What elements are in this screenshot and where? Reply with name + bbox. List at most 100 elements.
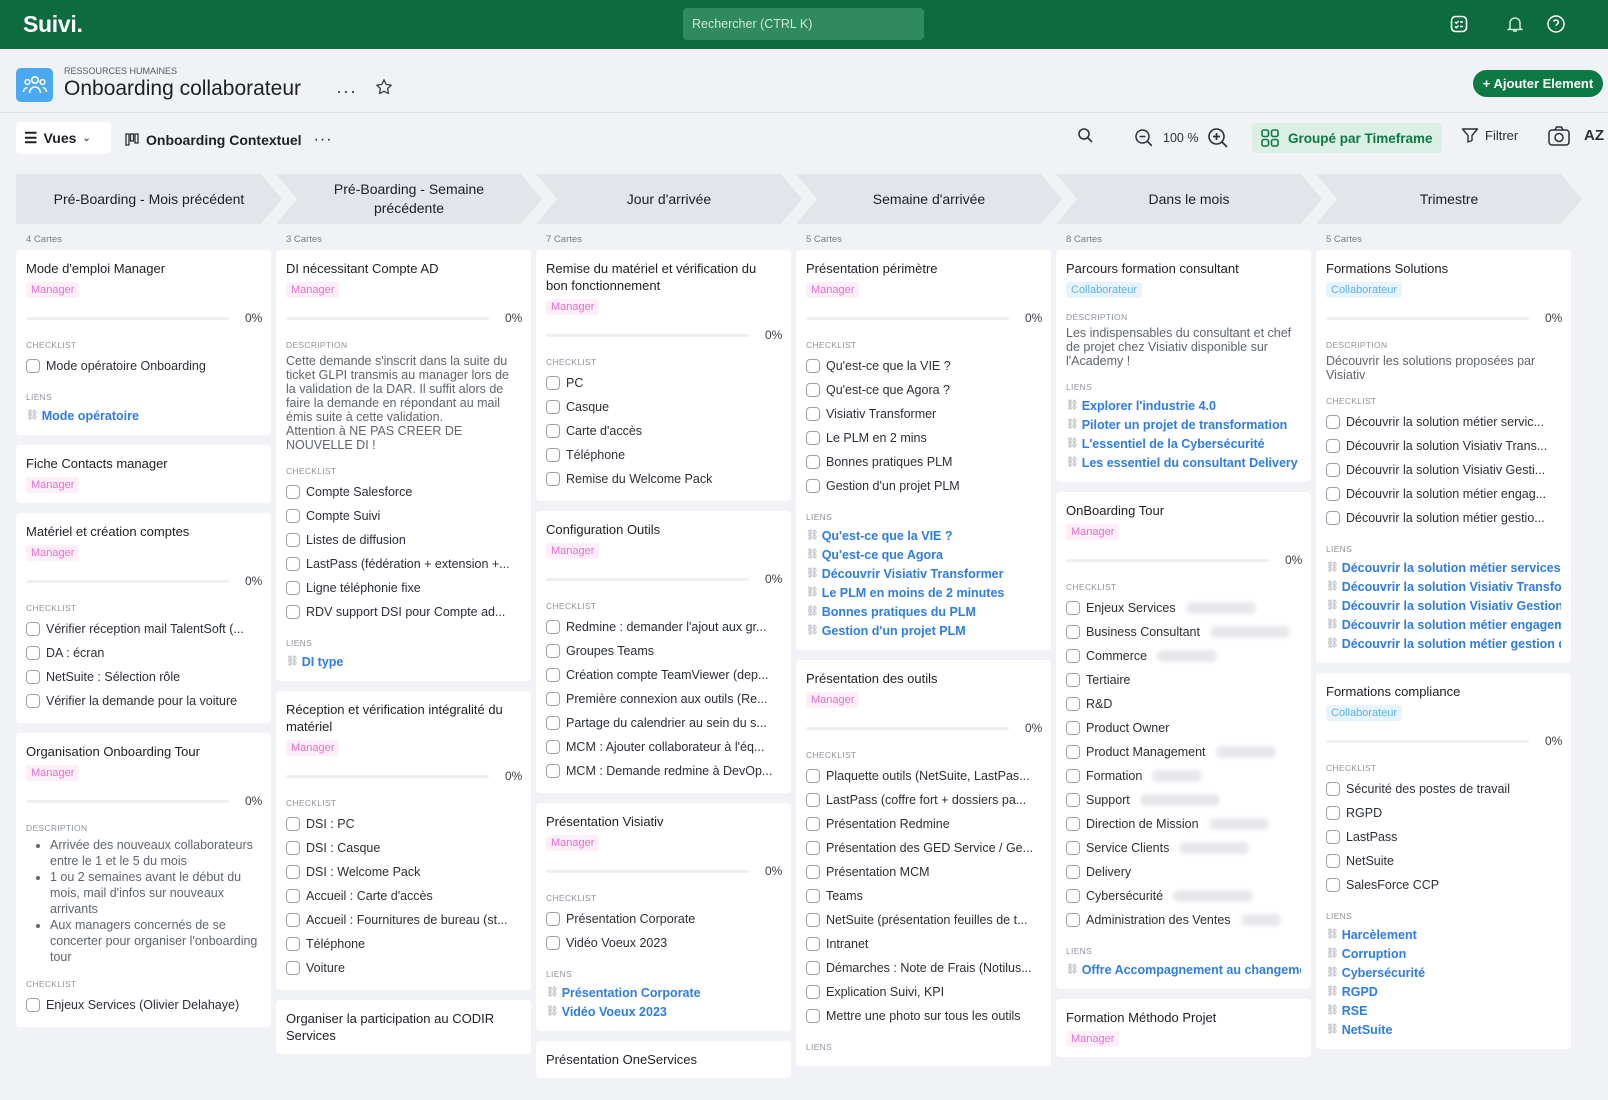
checklist-item[interactable]: Partage du calendrier au sein du s... bbox=[546, 711, 781, 735]
checklist-item[interactable]: Première connexion aux outils (Re... bbox=[546, 687, 781, 711]
checklist-item[interactable]: Voiture bbox=[286, 956, 521, 980]
card[interactable]: Remise du matériel et vérification du bo… bbox=[536, 250, 791, 501]
checkbox[interactable] bbox=[546, 936, 560, 950]
checklist-item[interactable]: NetSuite : Sélection rôle bbox=[26, 665, 261, 689]
checklist-item[interactable]: Accueil : Carte d'accès bbox=[286, 884, 521, 908]
checkbox[interactable] bbox=[286, 937, 300, 951]
column-header[interactable]: Dans le mois bbox=[1056, 174, 1322, 224]
card[interactable]: Réception et vérification intégralité du… bbox=[276, 691, 531, 990]
card-title[interactable]: Fiche Contacts manager bbox=[26, 455, 261, 472]
checkbox[interactable] bbox=[286, 961, 300, 975]
checklist-item[interactable]: Compte Suivi bbox=[286, 504, 521, 528]
checkbox[interactable] bbox=[286, 509, 300, 523]
checkbox[interactable] bbox=[806, 479, 820, 493]
checkbox[interactable] bbox=[1066, 793, 1080, 807]
column-header[interactable]: Trimestre bbox=[1316, 174, 1582, 224]
checkbox[interactable] bbox=[26, 622, 40, 636]
checklist-item[interactable]: SalesForce CCP bbox=[1326, 873, 1561, 897]
zoom-in-icon[interactable] bbox=[1207, 127, 1229, 149]
card-title[interactable]: Présentation périmètre bbox=[806, 260, 1041, 277]
checkbox[interactable] bbox=[286, 913, 300, 927]
card-link[interactable]: ⛓ Explorer l'industrie 4.0 bbox=[1066, 396, 1301, 415]
checkbox[interactable] bbox=[546, 692, 560, 706]
checklist-item[interactable]: Service Clients bbox=[1066, 836, 1301, 860]
checkbox[interactable] bbox=[546, 668, 560, 682]
card[interactable]: Formation Méthodo Projet Manager bbox=[1056, 999, 1311, 1057]
checkbox[interactable] bbox=[286, 605, 300, 619]
checklist-item[interactable]: RDV support DSI pour Compte ad... bbox=[286, 600, 521, 624]
checkbox[interactable] bbox=[546, 644, 560, 658]
checklist-item[interactable]: Listes de diffusion bbox=[286, 528, 521, 552]
card-link[interactable]: ⛓Découvrir la solution Visiativ Transfor… bbox=[1326, 577, 1561, 596]
checklist-item[interactable]: Qu'est-ce que la VIE ? bbox=[806, 354, 1041, 378]
card-title[interactable]: Formation Méthodo Projet bbox=[1066, 1009, 1301, 1026]
card-link[interactable]: ⛓ Les essentiel du consultant Delivery bbox=[1066, 453, 1301, 472]
checklist-item[interactable]: MCM : Ajouter collaborateur à l'éq... bbox=[546, 735, 781, 759]
card[interactable]: Configuration Outils Manager 0% CHECKLIST Re… bbox=[536, 511, 791, 793]
checkbox[interactable] bbox=[546, 740, 560, 754]
checklist-item[interactable]: Visiativ Transformer bbox=[806, 402, 1041, 426]
checklist-item[interactable]: Groupes Teams bbox=[546, 639, 781, 663]
checklist-item[interactable]: Présentation Redmine bbox=[806, 812, 1041, 836]
checkbox[interactable] bbox=[1066, 697, 1080, 711]
card-title[interactable]: Organisation Onboarding Tour bbox=[26, 743, 261, 760]
card-link[interactable]: ⛓ RGPD bbox=[1326, 982, 1561, 1001]
card[interactable]: DI nécessitant Compte AD Manager 0% DESCRIP… bbox=[276, 250, 531, 681]
checklist-item[interactable]: Intranet bbox=[806, 932, 1041, 956]
checklist-item[interactable]: Téléphone bbox=[286, 932, 521, 956]
checkbox[interactable] bbox=[286, 485, 300, 499]
checklist-item[interactable]: Tertiaire bbox=[1066, 668, 1301, 692]
checklist-item[interactable]: Sécurité des postes de travail bbox=[1326, 777, 1561, 801]
card-link[interactable]: ⛓ Piloter un projet de transformation bbox=[1066, 415, 1301, 434]
add-element-button[interactable]: + Ajouter Element bbox=[1473, 70, 1603, 97]
notification-bell-icon[interactable] bbox=[1504, 13, 1526, 35]
card-link[interactable]: ⛓ Découvrir la solution métier gestion du bbox=[1326, 634, 1561, 653]
checklist-item[interactable]: Découvrir la solution métier gestio... bbox=[1326, 506, 1561, 530]
checklist-item[interactable]: LastPass (coffre fort + dossiers pa... bbox=[806, 788, 1041, 812]
card-link[interactable]: ⛓ Corruption bbox=[1326, 944, 1561, 963]
checkbox[interactable] bbox=[806, 985, 820, 999]
card[interactable]: Présentation OneServices bbox=[536, 1041, 791, 1078]
app-logo[interactable]: Suivi. bbox=[23, 11, 83, 38]
checklist-item[interactable]: Présentation Corporate bbox=[546, 907, 781, 931]
card-title[interactable]: Présentation Visiativ bbox=[546, 813, 781, 830]
checklist-item[interactable]: Enjeux Services bbox=[1066, 596, 1301, 620]
checkbox[interactable] bbox=[806, 937, 820, 951]
checkbox[interactable] bbox=[286, 817, 300, 831]
card-title[interactable]: Configuration Outils bbox=[546, 521, 781, 538]
card[interactable]: Formations compliance Collaborateur 0% CHEC… bbox=[1316, 673, 1571, 1049]
card[interactable]: Formations Solutions Collaborateur 0% DESCR… bbox=[1316, 250, 1571, 663]
card-link[interactable]: ⛓ Cybersécurité bbox=[1326, 963, 1561, 982]
card[interactable]: Présentation Visiativ Manager 0% CHECKLIST P… bbox=[536, 803, 791, 1031]
checkbox[interactable] bbox=[1066, 913, 1080, 927]
card-title[interactable]: Formations Solutions bbox=[1326, 260, 1561, 277]
card-title[interactable]: Remise du matériel et vérification du bo… bbox=[546, 260, 781, 294]
checklist-item[interactable]: Le PLM en 2 mins bbox=[806, 426, 1041, 450]
checklist-item[interactable]: Découvrir la solution métier engag... bbox=[1326, 482, 1561, 506]
card[interactable]: OnBoarding Tour Manager 0% CHECKLIST Enjeux … bbox=[1056, 492, 1311, 989]
checklist-item[interactable]: LastPass (fédération + extension +... bbox=[286, 552, 521, 576]
checklist-item[interactable]: DSI : Welcome Pack bbox=[286, 860, 521, 884]
checklist-item[interactable]: Delivery bbox=[1066, 860, 1301, 884]
card-link[interactable]: ⛓ NetSuite bbox=[1326, 1020, 1561, 1039]
checkbox[interactable] bbox=[546, 764, 560, 778]
checklist-item[interactable]: Présentation MCM bbox=[806, 860, 1041, 884]
card[interactable]: Parcours formation consultant Collaborate… bbox=[1056, 250, 1311, 482]
checkbox[interactable] bbox=[806, 793, 820, 807]
checklist-item[interactable]: Qu'est-ce que Agora ? bbox=[806, 378, 1041, 402]
checkbox[interactable] bbox=[1326, 415, 1340, 429]
checklist-item[interactable]: Démarches : Note de Frais (Notilus... bbox=[806, 956, 1041, 980]
checklist-item[interactable]: Accueil : Fournitures de bureau (st... bbox=[286, 908, 521, 932]
checklist-item[interactable]: Découvrir la solution Visiativ Gesti... bbox=[1326, 458, 1561, 482]
checkbox[interactable] bbox=[1326, 487, 1340, 501]
checklist-item[interactable]: Découvrir la solution Visiativ Trans... bbox=[1326, 434, 1561, 458]
checkbox[interactable] bbox=[26, 694, 40, 708]
checkbox[interactable] bbox=[1066, 841, 1080, 855]
checkbox[interactable] bbox=[546, 376, 560, 390]
column-header[interactable]: Jour d'arrivée bbox=[536, 174, 802, 224]
card-title[interactable]: Parcours formation consultant bbox=[1066, 260, 1301, 277]
checkbox[interactable] bbox=[286, 557, 300, 571]
card-link[interactable]: ⛓ Bonnes pratiques du PLM bbox=[806, 602, 1041, 621]
checkbox[interactable] bbox=[1066, 745, 1080, 759]
tasks-icon[interactable] bbox=[1448, 13, 1470, 35]
